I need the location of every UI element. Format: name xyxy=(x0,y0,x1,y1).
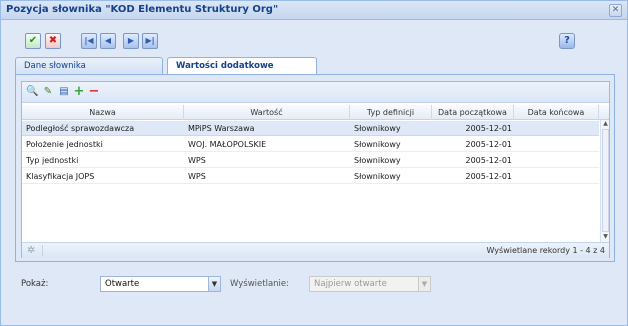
last-record-button[interactable]: ▶| xyxy=(142,33,158,49)
grid-header: Nazwa Wartość Typ definicji Data początk… xyxy=(22,105,609,120)
column-header-data-poczatkowa[interactable]: Data początkowa xyxy=(432,105,514,120)
cell-wartosc: WPS xyxy=(188,156,206,165)
column-header-data-koncowa[interactable]: Data końcowa xyxy=(514,105,599,120)
filter-bar: Pokaż: Otwarte ▼ Wyświetlanie: Najpierw … xyxy=(1,275,627,295)
help-icon: ? xyxy=(564,35,570,46)
cell-data-koncowa xyxy=(516,153,596,168)
vertical-scrollbar[interactable]: ▲ ▼ xyxy=(600,120,609,242)
table-row[interactable]: Położenie jednostki WOJ. MAŁOPOLSKIE Sło… xyxy=(22,137,599,152)
tab-dane-slownika[interactable]: Dane słownika xyxy=(15,57,163,75)
next-record-button[interactable]: ▶ xyxy=(123,33,139,49)
cell-nazwa: Położenie jednostki xyxy=(26,140,103,149)
cell-nazwa: Klasyfikacja JOPS xyxy=(26,172,95,181)
cell-wartosc: WOJ. MAŁOPOLSKIE xyxy=(188,140,267,149)
cell-data-poczatkowa: 2005-12-01 xyxy=(465,140,513,149)
chevron-down-icon[interactable]: ▼ xyxy=(418,277,430,291)
tab-strip: Dane słownika Wartości dodatkowe xyxy=(15,57,615,76)
check-icon: ✔ xyxy=(28,35,38,46)
cell-wartosc: WPS xyxy=(188,172,206,181)
dialog-window: Pozycja słownika "KOD Elementu Struktury… xyxy=(0,0,628,326)
column-header-typ-definicji[interactable]: Typ definicji xyxy=(350,105,432,120)
main-toolbar: ✔ ✖ |◀ ◀ ▶ ▶| ? xyxy=(1,30,627,52)
close-icon[interactable]: ✕ xyxy=(609,4,622,17)
scroll-up-icon[interactable]: ▲ xyxy=(601,120,610,128)
last-icon: ▶| xyxy=(145,36,155,45)
scroll-thumb[interactable] xyxy=(602,129,609,232)
cell-wartosc: MPiPS Warszawa xyxy=(188,124,255,133)
grid-footer: ✲ Wyświetlane rekordy 1 - 4 z 4 xyxy=(22,242,609,258)
refresh-icon[interactable]: ✲ xyxy=(27,245,38,256)
record-count-status: Wyświetlane rekordy 1 - 4 z 4 xyxy=(486,246,605,255)
column-header-wartosc[interactable]: Wartość xyxy=(184,105,350,120)
chevron-down-icon[interactable]: ▼ xyxy=(208,277,220,291)
title-bar[interactable]: Pozycja słownika "KOD Elementu Struktury… xyxy=(1,1,627,20)
grid-toolbar: 🔍 ✎ ▤ + − xyxy=(22,82,609,103)
cell-data-poczatkowa: 2005-12-01 xyxy=(465,156,513,165)
add-icon[interactable]: + xyxy=(73,85,85,98)
column-header-nazwa[interactable]: Nazwa xyxy=(22,105,184,120)
x-icon: ✖ xyxy=(48,35,58,46)
table-row[interactable]: Podległość sprawozdawcza MPiPS Warszawa … xyxy=(22,121,599,136)
table-row[interactable]: Typ jednostki WPS Słownikowy 2005-12-01 xyxy=(22,153,599,168)
wyswietlanie-select[interactable]: Najpierw otwarte ▼ xyxy=(309,276,431,292)
pokaz-value: Otwarte xyxy=(105,279,140,289)
remove-icon[interactable]: − xyxy=(88,85,100,98)
values-grid: 🔍 ✎ ▤ + − Nazwa Wartość Typ definicji Da… xyxy=(21,81,610,258)
cell-typ: Słownikowy xyxy=(354,140,401,149)
table-row[interactable]: Klasyfikacja JOPS WPS Słownikowy 2005-12… xyxy=(22,169,599,184)
pokaz-select[interactable]: Otwarte ▼ xyxy=(100,276,221,292)
wyswietlanie-value: Najpierw otwarte xyxy=(314,279,387,289)
cell-data-koncowa xyxy=(516,169,596,184)
tab-panel: 🔍 ✎ ▤ + − Nazwa Wartość Typ definicji Da… xyxy=(15,74,615,262)
pokaz-label: Pokaż: xyxy=(21,279,49,289)
window-title: Pozycja słownika "KOD Elementu Struktury… xyxy=(6,4,279,15)
next-icon: ▶ xyxy=(127,36,135,45)
help-button[interactable]: ? xyxy=(559,33,575,49)
cell-data-poczatkowa: 2005-12-01 xyxy=(465,172,513,181)
grid-body: Podległość sprawozdawcza MPiPS Warszawa … xyxy=(22,121,599,236)
scroll-down-icon[interactable]: ▼ xyxy=(601,233,610,241)
cell-data-koncowa xyxy=(516,121,596,136)
cancel-button[interactable]: ✖ xyxy=(45,33,61,49)
cell-typ: Słownikowy xyxy=(354,156,401,165)
previous-record-button[interactable]: ◀ xyxy=(100,33,116,49)
search-icon[interactable]: 🔍 xyxy=(26,86,38,98)
cell-data-koncowa xyxy=(516,137,596,152)
cell-typ: Słownikowy xyxy=(354,124,401,133)
details-icon[interactable]: ▤ xyxy=(58,86,70,98)
first-record-button[interactable]: |◀ xyxy=(81,33,97,49)
first-icon: |◀ xyxy=(84,36,94,45)
wyswietlanie-label: Wyświetlanie: xyxy=(230,279,290,289)
cell-nazwa: Podległość sprawozdawcza xyxy=(26,124,135,133)
prev-icon: ◀ xyxy=(104,36,112,45)
edit-icon[interactable]: ✎ xyxy=(42,86,54,98)
confirm-button[interactable]: ✔ xyxy=(25,33,41,49)
cell-data-poczatkowa: 2005-12-01 xyxy=(465,124,513,133)
cell-nazwa: Typ jednostki xyxy=(26,156,79,165)
cell-typ: Słownikowy xyxy=(354,172,401,181)
footer-divider xyxy=(42,245,43,256)
